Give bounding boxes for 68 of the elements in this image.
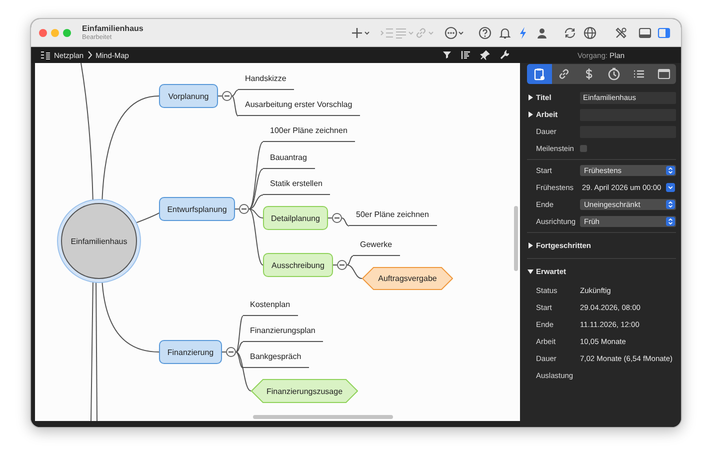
ellipsis-circle-button[interactable] bbox=[444, 24, 464, 40]
collapse-button[interactable] bbox=[332, 213, 342, 223]
close-button[interactable] bbox=[39, 28, 47, 36]
connector-line bbox=[332, 264, 338, 266]
minus-icon bbox=[332, 213, 342, 223]
task-label[interactable]: Statik erstellen bbox=[263, 174, 330, 195]
align-left-icon bbox=[461, 50, 471, 60]
collapse-button[interactable] bbox=[337, 260, 347, 270]
collapse-button[interactable] bbox=[226, 347, 236, 357]
horizontal-scrollbar-thumb[interactable] bbox=[253, 415, 393, 419]
topic-node[interactable]: Vorplanung bbox=[159, 84, 218, 108]
stepper-icon bbox=[666, 200, 675, 209]
collapse-button[interactable] bbox=[222, 91, 232, 101]
clipboard-icon bbox=[532, 67, 546, 81]
help-button[interactable] bbox=[478, 24, 492, 40]
wrench-icon bbox=[499, 50, 509, 60]
link-icon bbox=[414, 26, 428, 40]
task-label[interactable]: 100er Pläne zeichnen bbox=[263, 121, 356, 142]
topic-node[interactable]: Ausschreibung bbox=[263, 253, 333, 277]
collapse-button[interactable] bbox=[239, 204, 249, 214]
minus-icon bbox=[222, 91, 232, 101]
panel-bottom-icon bbox=[638, 26, 652, 40]
connector-line bbox=[342, 218, 350, 226]
mind-map-canvas[interactable] bbox=[35, 63, 520, 421]
minus-icon bbox=[239, 204, 249, 214]
list-icon bbox=[394, 26, 408, 40]
inspector-tab[interactable] bbox=[527, 64, 552, 84]
link-icon bbox=[557, 67, 572, 81]
topic-node[interactable]: Detailplanung bbox=[263, 206, 328, 230]
topic-node[interactable]: Finanzierung bbox=[159, 340, 222, 364]
window-icon bbox=[656, 67, 671, 81]
milestone-node[interactable]: Auftragsvergabe bbox=[362, 267, 453, 290]
chevron-right-icon bbox=[86, 50, 93, 60]
clock-icon bbox=[606, 67, 621, 81]
topic-node[interactable]: Entwurfsplanung bbox=[159, 197, 235, 221]
task-label[interactable]: Bankgespräch bbox=[243, 347, 310, 368]
indent-list-icon bbox=[380, 26, 394, 40]
globe-button[interactable] bbox=[583, 24, 597, 40]
minus-icon bbox=[337, 260, 347, 270]
ellipsis-circle-icon bbox=[444, 26, 458, 40]
tools-icon bbox=[614, 26, 628, 40]
task-label[interactable]: 50er Pläne zeichnen bbox=[349, 205, 437, 226]
task-label[interactable]: Gewerke bbox=[353, 235, 400, 256]
task-label[interactable]: Ausarbeitung erster Vorschlag bbox=[238, 95, 360, 116]
tools-button[interactable] bbox=[614, 24, 628, 40]
milestone-node[interactable]: Finanzierungszusage bbox=[251, 379, 358, 403]
view-switch-icon bbox=[40, 50, 51, 60]
refresh-icon bbox=[563, 26, 577, 40]
filter-icon bbox=[442, 50, 452, 60]
task-label[interactable]: Bauantrag bbox=[263, 148, 315, 169]
plus-icon bbox=[350, 26, 364, 40]
connector-line bbox=[234, 208, 240, 210]
task-label[interactable]: Handskizze bbox=[238, 69, 294, 90]
bell-icon bbox=[498, 26, 512, 40]
sidebar-icon bbox=[657, 26, 671, 40]
help-icon bbox=[478, 26, 492, 40]
chevron-down-icon bbox=[666, 183, 675, 192]
globe-icon bbox=[583, 26, 597, 40]
pin-icon bbox=[480, 50, 490, 60]
task-label[interactable]: Kostenplan bbox=[243, 295, 298, 316]
stepper-icon bbox=[666, 166, 675, 175]
minus-icon bbox=[226, 347, 236, 357]
stepper-icon bbox=[666, 217, 675, 226]
milestone-checkbox[interactable] bbox=[580, 145, 587, 152]
window-title: Einfamilienhaus bbox=[82, 24, 144, 32]
vertical-scrollbar-thumb[interactable] bbox=[514, 206, 518, 271]
person-icon bbox=[535, 26, 549, 40]
task-label[interactable]: Finanzierungsplan bbox=[243, 321, 324, 342]
